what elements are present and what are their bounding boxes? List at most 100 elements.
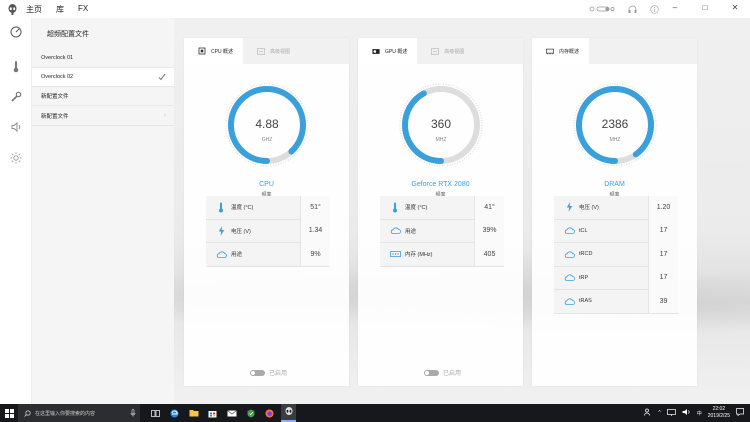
enable-toggle[interactable]: 已启用 [424,368,461,377]
tab-memory-overview[interactable]: 内存概述 [532,38,590,64]
lightning-icon [215,225,227,237]
profile-item-selected[interactable]: Overclock 02 [32,68,174,87]
wrench-icon[interactable] [9,90,23,104]
thermometer-icon[interactable] [9,59,23,73]
headset-icon[interactable] [626,3,638,15]
minimize-button[interactable]: – [660,0,690,14]
tab-gpu-overview[interactable]: GPU 概述 [358,38,418,64]
nav-library[interactable]: 库 [56,4,64,15]
stat-row: 电压 (V) 1.34 [206,219,330,243]
display-toggle-icon[interactable] [588,3,616,15]
cloud-icon [563,248,575,260]
alien-logo-icon [6,3,18,15]
windows-start-icon[interactable] [0,404,18,422]
ime-icon[interactable]: 中 [697,410,702,417]
checkmark-icon [158,73,166,81]
enable-toggle[interactable]: 已启用 [250,368,287,377]
tab-advanced-view[interactable]: 高级视图 [243,38,300,64]
stat-value: 17 [648,242,678,266]
gpu-card-icon [372,48,380,55]
stat-row: 电压 (V) 1.20 [554,195,678,220]
toggle-switch[interactable] [424,369,439,376]
memory-icon [389,248,401,260]
stat-row: tRCD 17 [554,242,678,267]
clock-time: 22:02 [712,406,726,412]
stat-value: 9% [300,242,330,266]
device-name: DRAM [604,181,625,188]
profile-item[interactable]: 新配置文件 › [32,107,174,126]
stat-value: 39 [648,289,678,313]
gauge-value: 360 [431,117,451,131]
chevron-up-icon[interactable]: ^ [658,410,660,416]
store-icon[interactable] [205,404,220,422]
info-icon[interactable] [648,3,660,15]
brightness-icon[interactable] [9,151,23,165]
stat-row: 内存 (MHz) 405 [380,242,504,267]
stat-row: tRAS 39 [554,289,678,314]
edge-icon[interactable] [167,404,182,422]
frequency-gauge: 4.88 GHZ [225,83,309,167]
tab-cpu-overview[interactable]: CPU 概述 [184,38,243,64]
frequency-gauge: 360 MHZ [399,83,483,167]
cloud-icon [563,295,575,307]
memory-module-icon [546,48,554,55]
taskbar-search[interactable]: 在这里输入你要搜索的内容 [18,404,140,422]
nav-home[interactable]: 主页 [26,4,42,15]
close-button[interactable]: ✕ [720,0,750,14]
stat-label: tRP [579,274,589,281]
security-icon[interactable] [243,404,258,422]
device-name: CPU [259,181,274,188]
stat-value: 1.20 [648,195,678,219]
stat-label: 电压 (V) [579,205,599,212]
notification-icon[interactable] [736,408,744,418]
cpu-chip-icon [198,47,206,55]
system-tray: ^ 中 22:02 2019/2/25 [644,404,744,422]
search-icon [24,409,31,417]
profile-item[interactable]: Overclock 01 [32,49,174,68]
people-icon[interactable] [644,408,652,418]
task-view-icon[interactable] [148,404,163,422]
toggle-switch[interactable] [250,369,265,376]
stat-row: 温度 (°C) 51° [206,195,330,220]
maximize-button[interactable]: □ [690,0,720,14]
stat-label: tCL [579,227,588,234]
speaker-icon[interactable] [9,120,23,134]
stats-table: 温度 (°C) 51° 电压 (V) 1.34 用途 9% [206,195,330,267]
gauge-unit: GHZ [262,137,273,143]
stat-row: 用途 9% [206,242,330,267]
stat-value: 41° [474,195,504,219]
nav-fx[interactable]: FX [78,4,88,15]
search-placeholder: 在这里输入你要搜索的内容 [35,410,96,417]
stat-label: 内存 (MHz) [405,252,433,259]
system-clock[interactable]: 22:02 2019/2/25 [708,406,730,420]
clock-date: 2019/2/25 [707,413,730,419]
overclock-icon[interactable] [9,25,23,39]
sidebar-rail [0,18,32,404]
network-icon[interactable] [666,408,676,418]
profile-item[interactable]: 新配置文件 [32,87,174,106]
stat-row: tRP 17 [554,266,678,290]
profiles-title: 超频配置文件 [47,31,89,38]
gauge-unit: MHZ [610,137,621,143]
firefox-icon[interactable] [262,404,277,422]
profile-label: 新配置文件 [41,94,69,100]
stat-label: 用途 [405,228,417,235]
cloud-icon [215,248,227,260]
microphone-icon[interactable] [130,409,136,417]
window-controls: – □ ✕ [660,0,750,14]
alienware-icon[interactable] [281,404,296,422]
advanced-view-icon [257,47,265,55]
gpu-card: GPU 概述 高级视图 360 MHZ Geforce RTX 2080 频率 … [358,38,523,386]
stat-row: 用途 39% [380,219,504,243]
stat-value: 51° [300,195,330,219]
stat-value: 405 [474,242,504,266]
tab-advanced-view[interactable]: 高级视图 [417,38,474,64]
device-name: Geforce RTX 2080 [411,181,470,188]
tab-label: GPU 概述 [385,48,408,55]
gauge-unit: MHZ [436,137,447,143]
mail-icon[interactable] [224,404,239,422]
file-explorer-icon[interactable] [186,404,201,422]
profile-label: Overclock 01 [41,55,74,61]
volume-icon[interactable] [682,408,691,418]
stat-label: 温度 (°C) [231,205,254,212]
